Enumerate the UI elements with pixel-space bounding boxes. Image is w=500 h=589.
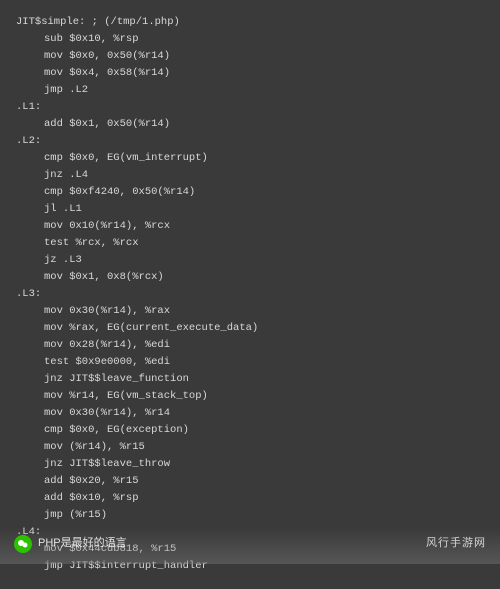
code-line: .L3: bbox=[16, 286, 484, 303]
code-line: mov $0x4, 0x58(%r14) bbox=[16, 65, 484, 82]
code-line: mov %rax, EG(current_execute_data) bbox=[16, 320, 484, 337]
code-line: mov 0x10(%r14), %rcx bbox=[16, 218, 484, 235]
code-line: jl .L1 bbox=[16, 201, 484, 218]
code-line: mov $0x1, 0x8(%rcx) bbox=[16, 269, 484, 286]
code-line: test %rcx, %rcx bbox=[16, 235, 484, 252]
code-line: sub $0x10, %rsp bbox=[16, 31, 484, 48]
code-line: jz .L3 bbox=[16, 252, 484, 269]
code-line: mov $0x44cdb818, %r15 bbox=[16, 541, 484, 558]
code-block: JIT$simple: ; (/tmp/1.php)sub $0x10, %rs… bbox=[0, 0, 500, 589]
code-line: jnz .L4 bbox=[16, 167, 484, 184]
code-line: cmp $0x0, EG(vm_interrupt) bbox=[16, 150, 484, 167]
code-line: mov 0x28(%r14), %edi bbox=[16, 337, 484, 354]
code-line: mov %r14, EG(vm_stack_top) bbox=[16, 388, 484, 405]
code-line: add $0x1, 0x50(%r14) bbox=[16, 116, 484, 133]
code-line: .L1: bbox=[16, 99, 484, 116]
code-line: mov $0x0, 0x50(%r14) bbox=[16, 48, 484, 65]
code-line: JIT$simple: ; (/tmp/1.php) bbox=[16, 14, 484, 31]
code-line: add $0x20, %r15 bbox=[16, 473, 484, 490]
code-line: mov 0x30(%r14), %rax bbox=[16, 303, 484, 320]
code-line: .L4: bbox=[16, 524, 484, 541]
code-line: jmp .L2 bbox=[16, 82, 484, 99]
code-line: jmp (%r15) bbox=[16, 507, 484, 524]
code-line: cmp $0x0, EG(exception) bbox=[16, 422, 484, 439]
code-line: cmp $0xf4240, 0x50(%r14) bbox=[16, 184, 484, 201]
code-line: mov (%r14), %r15 bbox=[16, 439, 484, 456]
code-line: mov 0x30(%r14), %r14 bbox=[16, 405, 484, 422]
code-line: test $0x9e0000, %edi bbox=[16, 354, 484, 371]
code-line: add $0x10, %rsp bbox=[16, 490, 484, 507]
code-line: jnz JIT$$leave_function bbox=[16, 371, 484, 388]
code-line: .L2: bbox=[16, 133, 484, 150]
code-line: jmp JIT$$interrupt_handler bbox=[16, 558, 484, 575]
code-line: jnz JIT$$leave_throw bbox=[16, 456, 484, 473]
